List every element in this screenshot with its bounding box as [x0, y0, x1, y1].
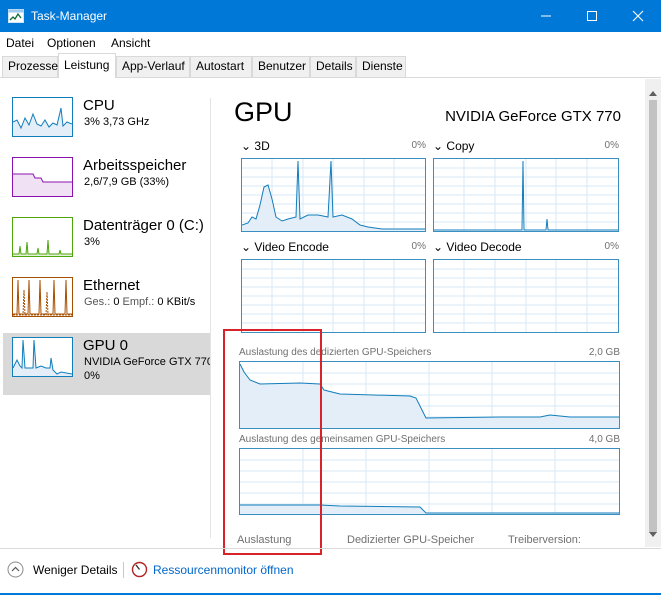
menu-datei[interactable]: Datei — [6, 33, 34, 53]
page-title: GPU — [234, 97, 293, 127]
engine-copy-percent: 0% — [604, 140, 619, 151]
ethernet-receive-label: Empf.: — [122, 296, 155, 308]
chevron-down-icon: ⌄ — [433, 139, 444, 153]
dedicated-memory-max: 2,0 GB — [588, 347, 620, 358]
window-title: Task-Manager — [31, 9, 108, 23]
engine-video-encode-selector[interactable]: ⌄ Video Encode — [241, 240, 329, 254]
chevron-up-icon — [7, 561, 24, 578]
sidebar-item-arbeitsspeicher-title: Arbeitsspeicher — [83, 157, 187, 174]
sidebar-item-ethernet[interactable]: Ethernet Ges.: 0 Empf.: 0 KBit/s — [3, 273, 210, 335]
engine-video-decode-graph — [433, 259, 619, 333]
ethernet-send-label: Ges.: — [84, 296, 111, 308]
scroll-down-icon[interactable] — [649, 525, 657, 543]
stat-driver-version-label: Treiberversion: — [508, 534, 581, 546]
maximize-button[interactable] — [569, 0, 615, 32]
sidebar-item-cpu[interactable]: CPU 3% 3,73 GHz — [3, 93, 210, 155]
title-bar: Task-Manager — [0, 0, 661, 32]
stat-dedicated-memory-label: Dedizierter GPU-Speicher — [347, 534, 475, 546]
tab-leistung[interactable]: Leistung — [58, 53, 116, 78]
resource-monitor-icon — [131, 561, 148, 582]
scrollbar-thumb[interactable] — [649, 100, 657, 533]
tab-dienste[interactable]: Dienste — [356, 56, 406, 77]
sidebar-item-datentraeger-title: Datenträger 0 (C:) — [83, 217, 204, 234]
engine-3d-selector[interactable]: ⌄ 3D — [241, 139, 270, 153]
tab-autostart[interactable]: Autostart — [190, 56, 252, 77]
sidebar-item-gpu-sub: NVIDIA GeForce GTX 770 — [84, 356, 210, 368]
shared-memory-max: 4,0 GB — [588, 434, 620, 445]
sidebar-item-datentraeger-sub: 3% — [84, 236, 100, 248]
sidebar-item-gpu-title: GPU 0 — [83, 337, 129, 354]
gpu-model-name: NVIDIA GeForce GTX 770 — [445, 108, 621, 125]
ethernet-send-value: 0 — [113, 296, 120, 308]
engine-video-encode-percent: 0% — [411, 241, 426, 252]
resource-monitor-label: Ressourcenmonitor öffnen — [153, 563, 294, 577]
engine-3d-graph — [241, 158, 426, 232]
sidebar-item-gpu[interactable]: GPU 0 NVIDIA GeForce GTX 770 0% — [3, 333, 210, 395]
panel-divider — [210, 98, 211, 538]
engine-copy-graph — [433, 158, 619, 232]
gpu-graph-icon — [12, 337, 73, 377]
sidebar-item-cpu-sub: 3% 3,73 GHz — [84, 116, 150, 128]
engine-video-encode-graph — [241, 259, 426, 333]
menu-ansicht[interactable]: Ansicht — [111, 33, 150, 53]
chevron-down-icon: ⌄ — [433, 240, 444, 254]
engine-3d-label: 3D — [254, 139, 270, 153]
sidebar-item-ethernet-title: Ethernet — [83, 277, 140, 294]
engine-copy-label: Copy — [446, 139, 475, 153]
sidebar-item-datentraeger[interactable]: Datenträger 0 (C:) 3% — [3, 213, 210, 275]
memory-graph-icon — [12, 157, 73, 197]
ethernet-receive-value: 0 KBit/s — [157, 296, 196, 308]
menu-optionen[interactable]: Optionen — [47, 33, 96, 53]
sidebar-item-cpu-title: CPU — [83, 97, 115, 114]
tab-details[interactable]: Details — [310, 56, 356, 77]
tab-benutzer[interactable]: Benutzer — [252, 56, 310, 77]
scroll-up-icon[interactable] — [649, 83, 657, 101]
annotation-highlight-box — [223, 329, 322, 555]
fewer-details-label: Weniger Details — [33, 563, 118, 577]
cpu-graph-icon — [12, 97, 73, 137]
engine-video-decode-percent: 0% — [604, 241, 619, 252]
minimize-button[interactable] — [523, 0, 569, 32]
sidebar-item-arbeitsspeicher-sub: 2,6/7,9 GB (33%) — [84, 176, 169, 188]
tab-bar: Prozesse Leistung App-Verlauf Autostart … — [0, 53, 661, 78]
tab-prozesse[interactable]: Prozesse — [2, 56, 58, 77]
sidebar-item-arbeitsspeicher[interactable]: Arbeitsspeicher 2,6/7,9 GB (33%) — [3, 153, 210, 215]
footer-bar: Weniger Details Ressourcenmonitor öffnen — [0, 548, 661, 595]
footer-separator — [123, 562, 124, 578]
engine-video-decode-selector[interactable]: ⌄ Video Decode — [433, 240, 522, 254]
engine-video-decode-label: Video Decode — [446, 240, 522, 254]
task-manager-icon — [8, 9, 24, 23]
menu-bar: Datei Optionen Ansicht — [0, 32, 661, 53]
vertical-scrollbar[interactable] — [645, 79, 661, 547]
network-graph-icon — [12, 277, 73, 317]
sidebar-item-ethernet-sub: Ges.: 0 Empf.: 0 KBit/s — [84, 295, 195, 309]
chevron-down-icon: ⌄ — [241, 139, 252, 153]
disk-graph-icon — [12, 217, 73, 257]
chevron-down-icon: ⌄ — [241, 240, 252, 254]
engine-video-encode-label: Video Encode — [254, 240, 329, 254]
close-button[interactable] — [615, 0, 661, 32]
sidebar-item-gpu-usage: 0% — [84, 370, 100, 382]
tab-app-verlauf[interactable]: App-Verlauf — [116, 56, 190, 77]
engine-3d-percent: 0% — [411, 140, 426, 151]
engine-copy-selector[interactable]: ⌄ Copy — [433, 139, 474, 153]
